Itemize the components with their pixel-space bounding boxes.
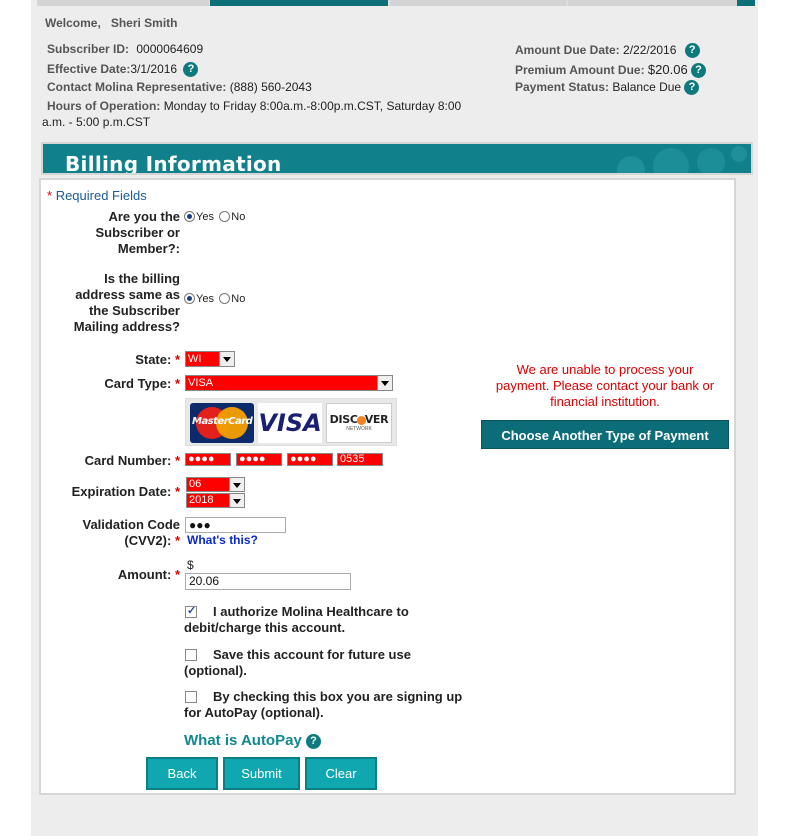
payment-error-message: We are unable to process your payment. P… (495, 362, 715, 409)
hours-line2: a.m. - 5:00 p.m.CST (42, 115, 151, 129)
cvv-help-link[interactable]: What's this? (187, 533, 258, 547)
amount-due-date-help-icon[interactable]: ? (684, 43, 700, 59)
contact-label: Contact Molina Representative: (47, 80, 227, 94)
subscriber-id-label: Subscriber ID: (47, 42, 130, 56)
hours-line1: Monday to Friday 8:00a.m.-8:00p.m.CST, S… (163, 99, 462, 113)
expiration-date-label: Expiration Date: * (71, 484, 180, 499)
payment-status-help-icon[interactable]: ? (684, 80, 700, 96)
what-is-autopay-link[interactable]: What is AutoPay ? (184, 732, 321, 749)
billing-yes-radio[interactable] (184, 293, 195, 305)
subscriber-id-row: Subscriber ID: 0000064609 (47, 42, 203, 56)
premium-amount: $20.06 (647, 62, 688, 77)
card-number-part-1[interactable]: ●●●● (185, 453, 231, 466)
subscriber-yes-radio[interactable] (184, 211, 195, 223)
welcome-label: Welcome, Sheri Smith (45, 16, 178, 30)
mastercard-logo: MasterCard (190, 403, 254, 443)
submit-button[interactable]: Submit (223, 757, 300, 790)
hours-label: Hours of Operation: (47, 99, 161, 113)
subscriber-id-value: 0000064609 (136, 42, 204, 56)
amount-due-date-row: Amount Due Date: 2/22/2016 ? (515, 43, 700, 59)
premium-row: Premium Amount Due: $20.06 ? (515, 62, 707, 79)
contact-row: Contact Molina Representative: (888) 560… (47, 80, 312, 94)
card-number-label: Card Number: * (84, 453, 180, 468)
top-nav-bar (37, 0, 755, 6)
effective-date-label: Effective Date: (47, 62, 131, 76)
card-number-part-3[interactable]: ●●●● (287, 453, 333, 466)
effective-date-value: 3/1/2016 (130, 62, 178, 76)
subscriber-question-label: Are you the Subscriber or Member?: (95, 209, 180, 256)
visa-logo: VISA (258, 403, 322, 443)
billing-address-radio-group: Yes No (184, 291, 245, 305)
nav-tab-2-active[interactable] (210, 0, 388, 6)
chevron-down-icon (229, 478, 244, 491)
chevron-down-icon (229, 494, 244, 507)
billing-no-radio[interactable] (219, 293, 231, 305)
nav-tab-3[interactable] (390, 0, 566, 6)
banner-title: Billing Information (65, 152, 282, 175)
chevron-down-icon (219, 352, 234, 366)
save-account-text: Save this account for future use (optiona… (184, 647, 411, 678)
back-button[interactable]: Back (146, 757, 218, 790)
nav-tab-4[interactable] (568, 0, 755, 6)
effective-date-row: Effective Date:3/1/2016 ? (47, 62, 199, 78)
autopay-help-icon[interactable]: ? (305, 733, 321, 749)
state-label: State: * (135, 352, 180, 367)
required-fields-note: * Required Fields (47, 188, 147, 203)
state-select[interactable]: WI (185, 351, 235, 367)
currency-symbol: $ (187, 558, 194, 572)
autopay-text: By checking this box you are signing up f… (184, 689, 463, 720)
amount-due-date-label: Amount Due Date: (515, 43, 620, 57)
exp-year-select[interactable]: 2018 (186, 493, 245, 508)
card-number-part-2[interactable]: ●●●● (236, 453, 282, 466)
card-type-select[interactable]: VISA (185, 375, 393, 391)
payment-status-value: Balance Due (612, 80, 682, 94)
amount-input[interactable]: 20.06 (185, 573, 351, 590)
choose-another-payment-button[interactable]: Choose Another Type of Payment (481, 420, 729, 449)
effective-date-help-icon[interactable]: ? (183, 62, 199, 78)
chevron-down-icon (377, 376, 392, 390)
exp-month-select[interactable]: 06 (186, 477, 245, 492)
subscriber-no-radio[interactable] (219, 211, 231, 223)
card-number-part-4[interactable]: 0535 (337, 453, 383, 466)
payment-status-row: Payment Status: Balance Due ? (515, 80, 700, 96)
premium-label: Premium Amount Due: (515, 63, 645, 77)
discover-logo: DISC VER NETWORK (326, 403, 392, 443)
cvv-input[interactable]: ●●● (185, 517, 286, 533)
amount-label: Amount: * (117, 567, 180, 582)
authorize-text: I authorize Molina Healthcare to debit/ch… (184, 604, 409, 635)
hours-row: Hours of Operation: Monday to Friday 8:0… (47, 99, 497, 113)
card-logos: MasterCard VISA DISC VER NETWORK (185, 398, 397, 446)
contact-phone: (888) 560-2043 (229, 80, 312, 94)
clear-button[interactable]: Clear (305, 757, 377, 790)
billing-address-question-label: Is the billing address same as the Subsc… (73, 271, 180, 334)
user-name: Sheri Smith (110, 16, 178, 30)
cvv-label: Validation Code (CVV2): * (82, 517, 180, 548)
premium-help-icon[interactable]: ? (691, 63, 707, 79)
billing-banner: Billing Information (41, 142, 753, 175)
nav-tab-edge (737, 0, 755, 6)
amount-due-date-value: 2/22/2016 (623, 43, 677, 57)
subscriber-radio-group: Yes No (184, 209, 245, 223)
card-type-label: Card Type: * (104, 376, 180, 391)
banner-decoration-icon (617, 146, 747, 173)
nav-tab-1[interactable] (37, 0, 209, 6)
payment-status-label: Payment Status: (515, 80, 610, 94)
